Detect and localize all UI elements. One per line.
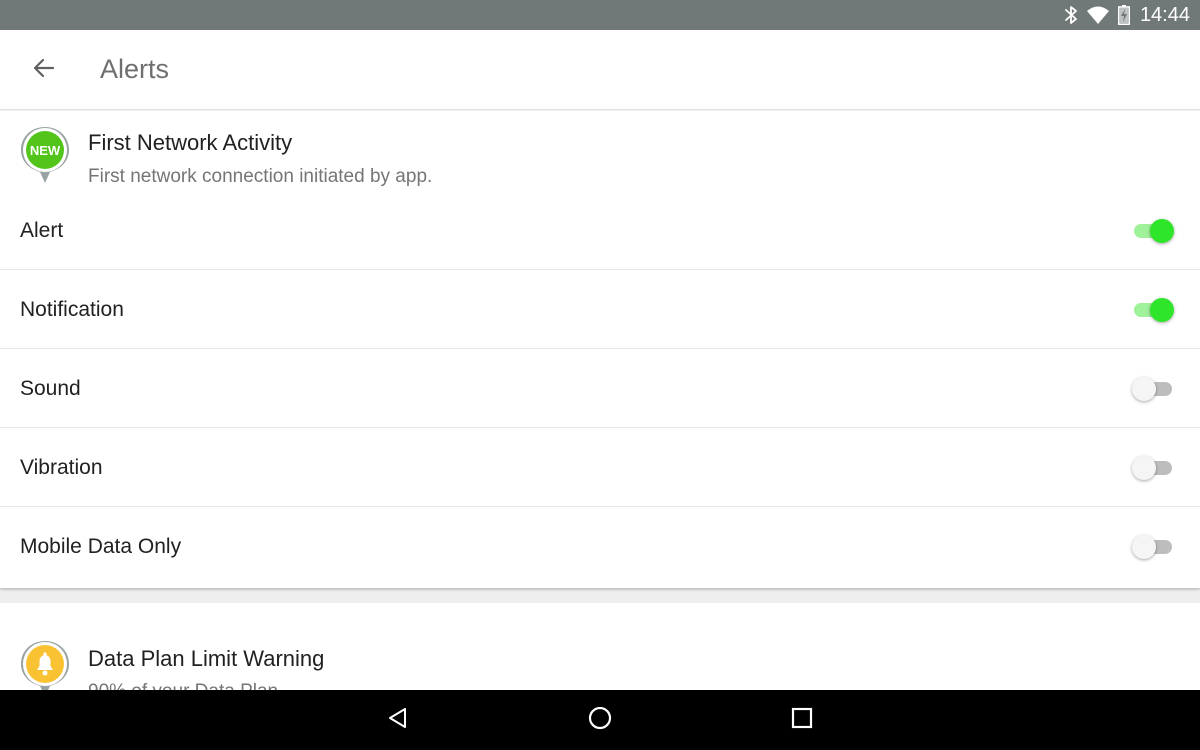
card-title: Data Plan Limit Warning [88,646,325,671]
back-button[interactable] [26,52,62,88]
battery-charging-icon [1117,5,1130,25]
app-bar: Alerts [0,30,1200,110]
nav-back-button[interactable] [380,702,416,738]
mobile-data-only-toggle[interactable] [1132,535,1174,559]
alert-toggle[interactable] [1132,219,1174,243]
sound-toggle[interactable] [1132,377,1174,401]
setting-label-notification: Notification [20,298,124,321]
status-time: 14:44 [1139,3,1190,26]
switch-thumb [1132,377,1156,401]
setting-row-notification[interactable]: Notification [0,270,1200,349]
first-network-activity-card: NEW First Network Activity First network… [0,111,1200,588]
home-circle-icon [587,705,613,736]
setting-row-vibration[interactable]: Vibration [0,428,1200,507]
setting-row-alert[interactable]: Alert [0,191,1200,270]
new-badge-pin-icon: NEW [18,125,72,187]
recents-square-icon [790,706,814,735]
setting-label-vibration: Vibration [20,456,103,479]
status-bar: 14:44 [0,0,1200,30]
navigation-bar [0,690,1200,750]
bluetooth-icon [1064,5,1078,25]
new-badge-text: NEW [30,143,61,158]
card-subtitle: First network connection initiated by ap… [88,166,433,187]
setting-label-mobile-data-only: Mobile Data Only [20,535,182,558]
card-title: First Network Activity [88,130,293,155]
switch-thumb [1150,298,1174,322]
switch-thumb [1150,219,1174,243]
wifi-icon [1086,5,1110,25]
nav-recents-button[interactable] [784,702,820,738]
page-title: Alerts [100,54,170,84]
card-header: NEW First Network Activity First network… [0,111,1200,191]
switch-thumb [1132,456,1156,480]
setting-label-alert: Alert [20,219,64,242]
alerts-screen: 14:44 Alerts NEW First Network Activity … [0,0,1200,750]
switch-thumb [1132,535,1156,559]
vibration-toggle[interactable] [1132,456,1174,480]
setting-label-sound: Sound [20,377,81,400]
notification-toggle[interactable] [1132,298,1174,322]
nav-home-button[interactable] [582,702,618,738]
setting-row-sound[interactable]: Sound [0,349,1200,428]
back-triangle-icon [386,706,410,735]
status-icons: 14:44 [1064,0,1190,30]
arrow-left-icon [32,56,56,85]
setting-row-mobile-data-only[interactable]: Mobile Data Only [0,507,1200,586]
